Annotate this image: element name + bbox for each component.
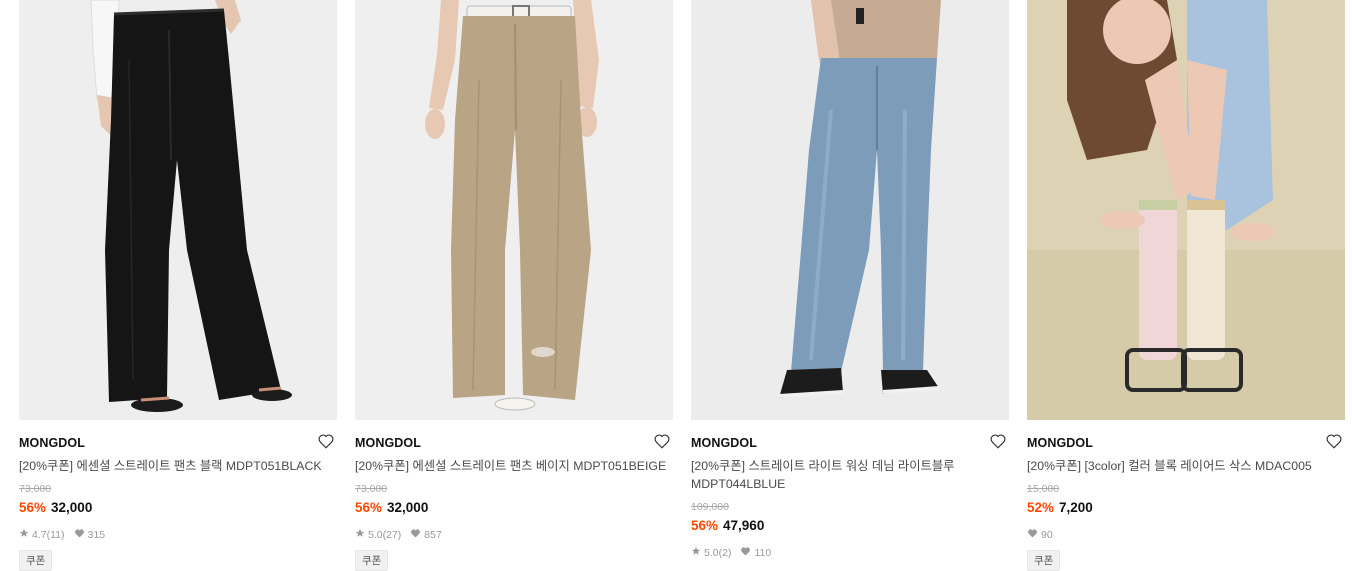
star-icon	[355, 528, 365, 541]
heart-outline-icon[interactable]	[989, 432, 1007, 450]
discount-rate: 56%	[691, 518, 719, 533]
product-grid: MONGDOL [20%쿠폰] 에센셜 스트레이트 팬츠 블랙 MDPT051B…	[19, 0, 1345, 571]
sale-price: 32,000	[387, 500, 429, 515]
product-meta: 90	[1027, 528, 1062, 541]
brand-name[interactable]: MONGDOL	[355, 436, 421, 450]
product-name[interactable]: [20%쿠폰] [3color] 컬러 블록 레이어드 삭스 MDAC005	[1027, 457, 1345, 475]
heart-outline-icon[interactable]	[1325, 432, 1343, 450]
product-image-beige-pants[interactable]	[355, 0, 673, 420]
heart-filled-icon	[740, 546, 751, 559]
original-price: 15,000	[1027, 483, 1060, 495]
product-card[interactable]: MONGDOL [20%쿠폰] 에센셜 스트레이트 팬츠 베이지 MDPT051…	[355, 0, 673, 571]
rating-value: 4.7	[32, 528, 47, 541]
heart-outline-icon[interactable]	[653, 432, 671, 450]
coupon-tag: 쿠폰	[19, 550, 53, 571]
review-count: (27)	[382, 528, 402, 541]
review-count: (11)	[46, 528, 65, 541]
sale-price: 32,000	[51, 500, 93, 515]
original-price: 73,000	[19, 483, 52, 495]
product-meta: 5.0 (2) 110	[691, 546, 780, 559]
product-meta: 5.0 (27) 857	[355, 528, 451, 541]
heart-filled-icon	[74, 528, 85, 541]
star-icon	[691, 546, 701, 559]
product-card[interactable]: MONGDOL [20%쿠폰] 스트레이트 라이트 워싱 데님 라이트블루 MD…	[691, 0, 1009, 566]
coupon-tag: 쿠폰	[1027, 550, 1061, 571]
like-count: 90	[1041, 528, 1053, 541]
price-line: 56% 47,960	[691, 518, 764, 533]
discount-rate: 56%	[19, 500, 47, 515]
price-line: 52% 7,200	[1027, 500, 1093, 515]
star-icon	[19, 528, 29, 541]
product-image-socks[interactable]	[1027, 0, 1345, 420]
discount-rate: 56%	[355, 500, 383, 515]
product-meta: 4.7 (11) 315	[19, 528, 114, 541]
brand-name[interactable]: MONGDOL	[19, 436, 85, 450]
product-card[interactable]: MONGDOL [20%쿠폰] [3color] 컬러 블록 레이어드 삭스 M…	[1027, 0, 1345, 571]
sale-price: 47,960	[723, 518, 765, 533]
sale-price: 7,200	[1059, 500, 1093, 515]
rating-value: 5.0	[704, 546, 719, 559]
like-count: 315	[87, 528, 106, 541]
coupon-tag: 쿠폰	[355, 550, 389, 571]
review-count: (2)	[718, 546, 732, 559]
heart-filled-icon	[410, 528, 421, 541]
price-line: 56% 32,000	[355, 500, 428, 515]
discount-rate: 52%	[1027, 500, 1055, 515]
product-card[interactable]: MONGDOL [20%쿠폰] 에센셜 스트레이트 팬츠 블랙 MDPT051B…	[19, 0, 337, 571]
product-name[interactable]: [20%쿠폰] 스트레이트 라이트 워싱 데님 라이트블루 MDPT044LBL…	[691, 457, 1009, 493]
original-price: 109,000	[691, 501, 729, 513]
heart-filled-icon	[1027, 528, 1038, 541]
product-name[interactable]: [20%쿠폰] 에센셜 스트레이트 팬츠 베이지 MDPT051BEIGE	[355, 457, 673, 475]
product-name[interactable]: [20%쿠폰] 에센셜 스트레이트 팬츠 블랙 MDPT051BLACK	[19, 457, 337, 475]
original-price: 73,000	[355, 483, 388, 495]
like-count: 110	[754, 546, 772, 559]
product-image-black-pants[interactable]	[19, 0, 337, 420]
heart-outline-icon[interactable]	[317, 432, 335, 450]
brand-name[interactable]: MONGDOL	[691, 436, 757, 450]
price-line: 56% 32,000	[19, 500, 92, 515]
like-count: 857	[424, 528, 442, 541]
rating-value: 5.0	[368, 528, 383, 541]
brand-name[interactable]: MONGDOL	[1027, 436, 1093, 450]
product-image-denim[interactable]	[691, 0, 1009, 420]
